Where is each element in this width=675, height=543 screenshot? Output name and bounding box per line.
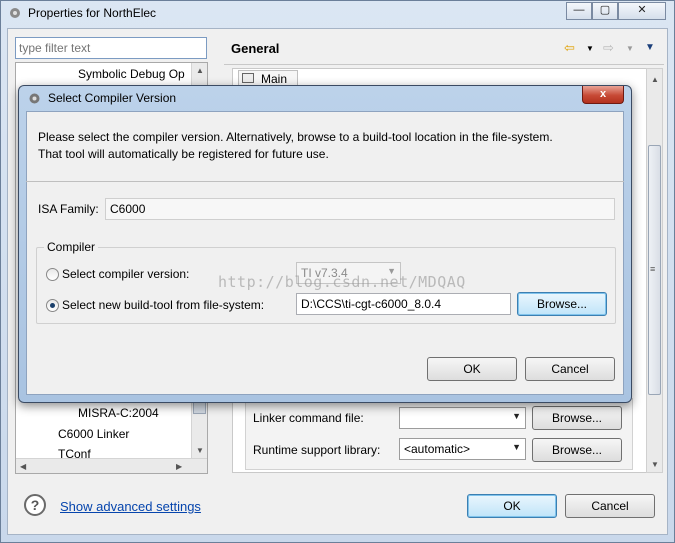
tree-item-symbolic-debug[interactable]: Symbolic Debug Op [78,67,185,81]
dialog-ok-button[interactable]: OK [427,357,517,381]
forward-menu-chevron-icon[interactable]: ▼ [626,44,634,53]
close-icon: x [599,88,607,100]
gear-icon [10,8,20,18]
show-advanced-settings-link[interactable]: Show advanced settings [60,499,201,514]
ok-button[interactable]: OK [467,494,557,518]
scroll-up-icon[interactable]: ▲ [196,66,204,75]
runtime-library-label: Runtime support library: [253,443,381,457]
page-separator [224,64,664,65]
runtime-library-combo[interactable]: <automatic> ▼ [399,438,526,460]
forward-arrow-icon[interactable]: ⇨ [603,40,614,56]
build-tool-path-input[interactable]: D:\CCS\ti-cgt-c6000_8.0.4 [296,293,511,315]
minimize-button[interactable]: — [566,2,592,20]
chevron-down-icon: ▼ [512,442,521,452]
isa-family-label: ISA Family: [38,202,99,216]
chevron-down-icon: ▼ [387,266,396,276]
compiler-version-combo[interactable]: TI v7.3.4 ▼ [296,262,401,284]
back-arrow-icon[interactable]: ⇦ [564,40,575,56]
scroll-left-icon[interactable]: ◀ [20,462,26,471]
tree-item-misra[interactable]: MISRA-C:2004 [78,406,159,420]
radio-select-compiler-version[interactable] [46,268,59,281]
close-icon: ✕ [637,4,647,16]
runtime-library-value: <automatic> [404,442,471,456]
browse-runtime-button[interactable]: Browse... [532,438,622,462]
radio-select-new-build-tool-label[interactable]: Select new build-tool from file-system: [62,298,264,312]
chevron-down-icon: ▼ [512,411,521,421]
dialog-browse-button[interactable]: Browse... [517,292,607,316]
view-menu-icon[interactable]: ▼ [645,42,655,53]
radio-selected-dot [50,303,55,308]
minimize-icon: — [573,4,585,16]
tab-main-label: Main [261,72,288,86]
dialog-message-line1: Please select the compiler version. Alte… [38,130,553,144]
gear-icon [29,93,40,104]
compiler-version-value: TI v7.3.4 [301,266,348,280]
tree-item-c6000-linker[interactable]: C6000 Linker [58,427,129,441]
radio-select-new-build-tool[interactable] [46,299,59,312]
table-icon [242,73,254,83]
maximize-icon: ▢ [599,4,611,16]
window-close-button[interactable]: ✕ [618,2,666,20]
dialog-cancel-button[interactable]: Cancel [525,357,615,381]
radio-select-compiler-version-label[interactable]: Select compiler version: [62,267,189,281]
scroll-down-icon[interactable]: ▼ [196,446,204,455]
dialog-message-line2: That tool will automatically be register… [38,147,329,161]
maximize-button[interactable]: ▢ [592,2,618,20]
linker-command-combo[interactable]: ▼ [399,407,526,429]
scroll-right-icon[interactable]: ▶ [176,462,182,471]
dialog-title: Select Compiler Version [48,91,177,105]
cancel-button[interactable]: Cancel [565,494,655,518]
linker-command-label: Linker command file: [253,411,364,425]
browse-linker-button[interactable]: Browse... [532,406,622,430]
help-icon[interactable]: ? [24,494,46,516]
filter-input[interactable] [15,37,207,59]
tree-horizontal-scrollbar[interactable]: ◀ ▶ [16,458,207,473]
grip-icon: ≡ [650,264,656,274]
window-title: Properties for NorthElec [28,6,157,20]
dialog-close-button[interactable]: x [582,86,624,104]
back-menu-chevron-icon[interactable]: ▼ [586,44,594,53]
message-separator [26,181,624,182]
page-title: General [231,41,280,56]
dialog-message: Please select the compiler version. Alte… [38,129,618,163]
isa-family-field: C6000 [105,198,615,220]
panel-scroll-down-icon[interactable]: ▼ [651,460,659,469]
panel-scroll-up-icon[interactable]: ▲ [651,75,659,84]
compiler-group-label: Compiler [44,240,99,254]
